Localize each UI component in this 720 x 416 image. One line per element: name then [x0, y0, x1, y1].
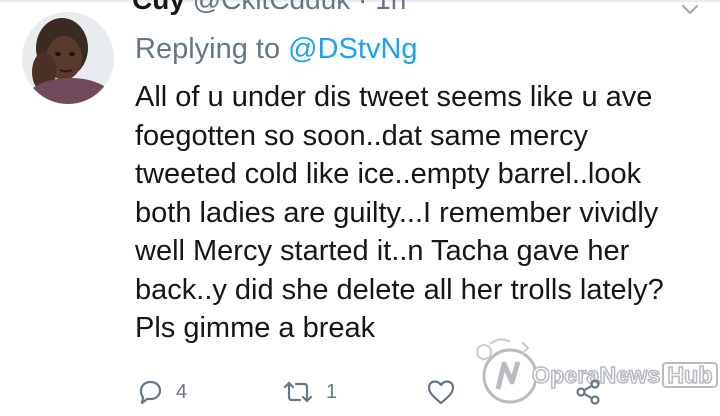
- tweet-text-line: well Mercy started it..n Tacha gave her: [135, 235, 630, 267]
- share-icon: [576, 379, 600, 405]
- mention-link[interactable]: @DStvNg: [288, 33, 417, 65]
- tweet-text-line: both ladies are guilty...I remember vivi…: [135, 196, 659, 229]
- retweet-button[interactable]: 1: [282, 374, 337, 410]
- avatar[interactable]: [22, 12, 114, 104]
- reply-button[interactable]: 4: [136, 374, 187, 410]
- share-button[interactable]: [574, 374, 602, 410]
- tweet-text-line: All of u under dis tweet seems like u av…: [135, 81, 653, 113]
- author-handle[interactable]: @CkitCdduk · 1h: [193, 0, 407, 15]
- like-icon: [427, 380, 455, 405]
- avatar-image: [22, 12, 114, 104]
- tweet-card[interactable]: Cuy @CkitCdduk · 1h Replying to @DStvNg …: [0, 0, 720, 416]
- tweet-header: Cuy @CkitCdduk · 1h: [132, 0, 406, 14]
- reply-icon: [139, 380, 162, 405]
- like-button[interactable]: [426, 374, 468, 410]
- tweet-text-line: back..y did she delete all her trolls la…: [135, 273, 664, 306]
- retweet-icon: [283, 381, 313, 403]
- tweet-text-line: foegotten so soon..dat same mercy: [135, 119, 588, 152]
- tweet-text-line: tweeted cold like ice..empty barrel..loo…: [135, 158, 642, 190]
- chevron-down-icon[interactable]: [680, 4, 700, 16]
- action-bar: 4 1: [0, 374, 720, 414]
- author-name[interactable]: Cuy: [132, 0, 185, 15]
- reply-count: 4: [176, 380, 188, 403]
- replying-to: Replying to @DStvNg: [135, 32, 418, 66]
- retweet-count: 1: [326, 380, 338, 403]
- replying-to-label: Replying to: [135, 33, 281, 65]
- tweet-text: All of u under dis tweet seems like u av…: [135, 78, 695, 348]
